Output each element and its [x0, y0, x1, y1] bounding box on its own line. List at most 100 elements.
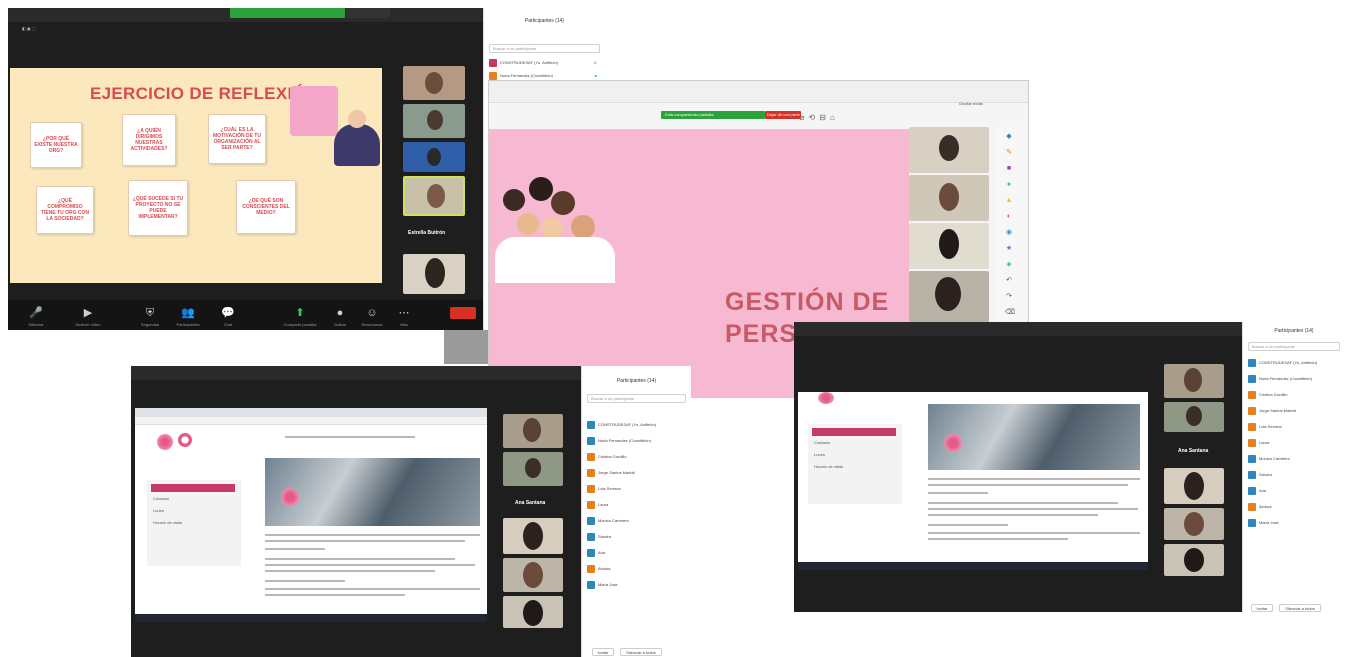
video-tile[interactable]	[503, 558, 563, 592]
sidebar-item[interactable]: Horario de visita	[814, 464, 843, 469]
video-tile[interactable]	[403, 142, 465, 172]
participant-row[interactable]: Lola Serrano	[587, 484, 686, 494]
mic-icon[interactable]: 🎤	[28, 306, 44, 320]
participant-name: Ainhoa	[598, 566, 611, 571]
more-icon[interactable]: ⋯	[396, 306, 412, 320]
color-icon[interactable]: ◉	[1005, 229, 1013, 237]
slide-title: EJERCICIO DE REFLEXIÓN	[90, 84, 319, 103]
sidebar-item[interactable]: Lunes	[814, 452, 825, 457]
participant-row[interactable]: Ainhoa	[1248, 502, 1340, 512]
participant-row[interactable]: Sandra	[1248, 470, 1340, 480]
video-tile[interactable]	[909, 223, 989, 269]
video-tile[interactable]	[1164, 544, 1224, 576]
participant-row[interactable]: Laura	[587, 500, 686, 510]
chat-icon[interactable]: 💬	[220, 306, 236, 320]
participant-row[interactable]: Ana	[1248, 486, 1340, 496]
participant-row[interactable]: María José	[1248, 518, 1340, 528]
video-tile[interactable]	[909, 127, 989, 173]
invite-button[interactable]: Invitar	[1251, 604, 1273, 612]
invite-button[interactable]: Invitar	[592, 648, 614, 656]
participant-row[interactable]: Cristina Gordillo	[587, 452, 686, 462]
share-icon[interactable]: ⬆	[292, 306, 308, 320]
participant-row[interactable]: Nuria Fernandez (Coanfitrión)	[587, 436, 686, 446]
video-tile[interactable]	[403, 254, 465, 294]
video-tile[interactable]	[503, 518, 563, 554]
avatar	[1184, 368, 1202, 392]
sidebar-header	[812, 428, 896, 436]
video-tile[interactable]	[909, 271, 989, 325]
participant-row[interactable]: Monica Carretero	[1248, 454, 1340, 464]
shield-icon[interactable]: ⛨	[142, 306, 158, 320]
undo-icon[interactable]: ↶	[1005, 277, 1013, 285]
participant-row[interactable]: Ainhoa	[587, 564, 686, 574]
video-tile[interactable]	[503, 596, 563, 628]
select-icon[interactable]: ◆	[1005, 133, 1013, 141]
video-tile[interactable]	[1164, 402, 1224, 432]
sidebar-item[interactable]: Contacto	[153, 496, 169, 501]
address-bar[interactable]	[135, 417, 487, 425]
spotlight-icon[interactable]: ◈	[1005, 261, 1013, 269]
toolbar-label: Seguridad	[140, 322, 160, 327]
eraser-icon[interactable]: ◐	[1005, 213, 1013, 221]
record-icon[interactable]: ●	[332, 306, 348, 320]
participant-row[interactable]: Jorge Santos Madrid	[1248, 406, 1340, 416]
video-tile[interactable]	[1164, 508, 1224, 540]
participant-row[interactable]: CONSTRUDESAF (Yo, Anfitrión)	[587, 420, 686, 430]
participant-row[interactable]: María José	[587, 580, 686, 590]
sidebar-item[interactable]: Contacto	[814, 440, 830, 445]
search-input[interactable]: Buscar a un participante	[1248, 342, 1340, 351]
panel-title: Participantes (14)	[616, 378, 657, 384]
video-tile[interactable]	[503, 414, 563, 448]
question-card: ¿CUÁL ES LA MOTIVACIÓN DE TU ORGANIZACIÓ…	[208, 114, 266, 164]
mic-muted-icon: ⨯	[593, 60, 597, 65]
avatar	[489, 72, 497, 80]
sidebar-item[interactable]: Lunes	[153, 508, 164, 513]
participant-name: Monica Carretero	[598, 518, 629, 523]
video-icon[interactable]: ▶	[80, 306, 96, 320]
participant-row[interactable]: Jorge Santos Madrid	[587, 468, 686, 478]
participant-row[interactable]: Monica Carretero	[587, 516, 686, 526]
toolbar-label: Detener video	[75, 322, 101, 327]
stamp-icon[interactable]: ★	[1005, 245, 1013, 253]
people-icon[interactable]: 👥	[180, 306, 196, 320]
video-tile[interactable]	[1164, 364, 1224, 398]
text-icon[interactable]: ●	[1005, 181, 1013, 189]
stop-share-button[interactable]	[346, 8, 390, 18]
participant-row[interactable]: CONSTRUDESAF (Yo, Anfitrión) ⨯	[489, 58, 600, 68]
search-input[interactable]: Buscar a un participante	[489, 44, 600, 53]
redo-icon[interactable]: ↷	[1005, 293, 1013, 301]
notes-toggle[interactable]: Ocultar notas	[959, 101, 983, 106]
view-label: ◧ ▣ ⬚	[22, 26, 36, 31]
share-status-bar[interactable]	[230, 8, 345, 18]
video-tile-active[interactable]	[403, 176, 465, 216]
end-meeting-button[interactable]	[450, 307, 476, 319]
search-input[interactable]: Buscar a un participante	[587, 394, 686, 403]
text-line	[265, 540, 465, 542]
participant-row[interactable]: Cristina Gordillo	[1248, 390, 1340, 400]
illustration-person	[517, 213, 539, 235]
nav-menu[interactable]	[285, 436, 415, 438]
participant-row[interactable]: Ana	[587, 548, 686, 558]
clear-icon[interactable]: ⌫	[1005, 309, 1015, 317]
mute-all-button[interactable]: Silenciar a todos	[620, 648, 662, 656]
video-tile[interactable]	[909, 175, 989, 221]
highlight-icon[interactable]: ▲	[1005, 197, 1013, 205]
video-tile[interactable]	[403, 66, 465, 100]
mute-all-button[interactable]: Silenciar a todos	[1279, 604, 1321, 612]
participant-name: Laura	[598, 502, 609, 507]
participant-row[interactable]: Laura	[1248, 438, 1340, 448]
participant-row[interactable]: Lola Serrano	[1248, 422, 1340, 432]
video-tile[interactable]	[403, 104, 465, 138]
reaction-icon[interactable]: ☺	[364, 306, 380, 320]
share-status-bar[interactable]: Está compartiendo pantalla	[661, 111, 765, 119]
participant-row[interactable]: CONSTRUDESAF (Yo, Anfitrión)	[1248, 358, 1340, 368]
sidebar-item[interactable]: Horario de visita	[153, 520, 182, 525]
shape-icon[interactable]: ■	[1005, 165, 1013, 173]
participant-row[interactable]: Nuria Fernandez (Coanfitrión)	[1248, 374, 1340, 384]
pen-icon[interactable]: ✎	[1005, 149, 1013, 157]
video-tile[interactable]	[1164, 468, 1224, 504]
participant-row[interactable]: Sandra	[587, 532, 686, 542]
avatar	[1248, 455, 1256, 463]
video-tile[interactable]	[503, 452, 563, 486]
text-line	[928, 524, 1008, 526]
